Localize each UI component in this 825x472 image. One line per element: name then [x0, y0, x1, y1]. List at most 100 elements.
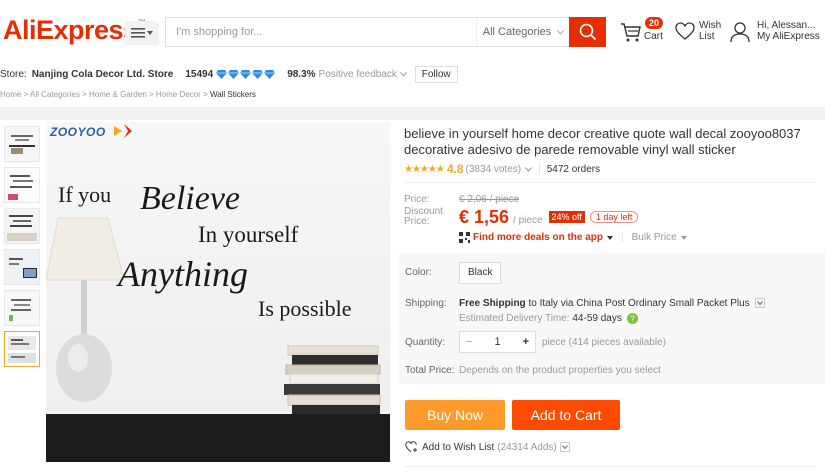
diamond-icon	[216, 69, 228, 79]
wish-label-line1: Wish	[699, 20, 722, 31]
rating-separator: |	[538, 163, 541, 175]
chevron-down-icon[interactable]	[525, 166, 532, 172]
quote-line-5: Is possible	[258, 296, 352, 321]
thumbnail-image	[5, 168, 39, 202]
app-deals-link[interactable]: Find more deals on the app	[473, 232, 603, 243]
cart-count-badge: 20	[645, 17, 664, 29]
app-deals-row: Find more deals on the app | Bulk Price	[459, 232, 687, 243]
color-option-black[interactable]: Black	[459, 262, 502, 284]
thumbnail-image	[5, 291, 39, 325]
breadcrumb-current[interactable]: Wall Stickers	[210, 90, 256, 99]
shipping-method: to Italy via China Post Ordinary Small P…	[528, 298, 750, 309]
rating-row: ★★★★★ 4.8 (3834 votes) | 5472 orders	[404, 162, 600, 176]
delivery-value: 44-59 days	[572, 313, 622, 325]
discount-price: € 1,56 / piece 24% off 1 day left	[459, 207, 639, 228]
caret-down-icon	[680, 235, 687, 240]
store-name-link[interactable]: Nanjing Cola Decor Ltd. Store	[32, 69, 174, 80]
rating-score: 4.8	[446, 162, 464, 176]
buy-now-button[interactable]: Buy Now	[405, 400, 505, 430]
aliexpress-logo[interactable]: AliExpress™	[3, 15, 146, 46]
breadcrumb-home-garden[interactable]: Home & Garden	[89, 90, 147, 99]
add-to-wishlist-link[interactable]: Add to Wish List (24314 Adds)	[405, 441, 570, 453]
breadcrumb-home-decor[interactable]: Home Decor	[156, 90, 201, 99]
feedback-label: Positive feedback	[318, 68, 397, 80]
category-select[interactable]: All Categories	[476, 18, 570, 46]
orders-count: 5472 orders	[546, 163, 601, 175]
wish-label-line2: List	[699, 31, 715, 42]
search-input[interactable]	[166, 18, 471, 46]
time-left-badge: 1 day left	[589, 211, 639, 223]
user-icon	[730, 22, 750, 43]
wish-list-link[interactable]: Wish List	[675, 17, 735, 47]
category-menu-button[interactable]	[125, 21, 159, 45]
delivery-label: Estimated Delivery Time:	[459, 313, 570, 325]
chevron-down-icon	[757, 301, 764, 306]
quantity-stepper: − 1 +	[459, 331, 536, 353]
heart-icon	[675, 22, 695, 40]
caret-down-icon	[607, 235, 614, 240]
quantity-increase-button[interactable]: +	[523, 336, 529, 348]
add-to-cart-button[interactable]: Add to Cart	[512, 400, 620, 430]
qr-code-icon	[459, 232, 470, 243]
shipping-info: Free Shipping to Italy via China Post Or…	[459, 298, 766, 309]
diamond-icon	[228, 69, 240, 79]
thumbnail-selected[interactable]	[4, 331, 40, 367]
shelf	[46, 414, 390, 462]
thumbnail-image	[5, 250, 39, 284]
quantity-availability: piece (414 pieces available)	[542, 337, 666, 348]
discount-price-value: € 1,56	[459, 207, 510, 227]
breadcrumb-separator: >	[146, 90, 156, 99]
breadcrumb-separator: >	[79, 90, 89, 99]
thumbnail[interactable]	[4, 290, 40, 326]
heart-plus-icon	[405, 441, 417, 453]
feedback-percent: 98.3%	[287, 68, 316, 80]
search-button[interactable]	[569, 17, 606, 47]
account-greeting: Hi, Alessan...	[757, 20, 816, 31]
thumbnail-image	[5, 127, 39, 161]
caret-down-icon	[147, 31, 153, 35]
thumbnail-image	[5, 209, 39, 243]
quote-line-3: In yourself	[198, 222, 299, 247]
store-rank-diamonds	[216, 69, 276, 79]
thumbnail-list	[4, 126, 42, 372]
brand-mark-icon	[114, 124, 132, 138]
feedback-dropdown[interactable]: Positive feedback	[319, 69, 407, 80]
divider	[404, 182, 816, 183]
diamond-icon	[252, 69, 264, 79]
shipping-label: Shipping:	[405, 298, 447, 309]
thumbnail-image	[5, 332, 39, 366]
bulk-price-link[interactable]: Bulk Price	[632, 232, 677, 243]
quote-line-2: Believe	[140, 180, 241, 217]
product-main-image[interactable]: ZOOYOO If you Believe In yourself Anythi…	[46, 122, 390, 462]
discount-label-line2: Price:	[404, 216, 430, 227]
store-label: Store:	[0, 68, 27, 80]
chevron-down-icon	[557, 29, 565, 35]
total-price-label: Total Price:	[405, 365, 455, 376]
my-aliexpress-link: My AliExpress	[757, 31, 820, 42]
breadcrumb-home[interactable]: Home	[0, 90, 21, 99]
thumbnail[interactable]	[4, 208, 40, 244]
discount-price-label: Discount Price:	[404, 207, 443, 227]
wishlist-dropdown[interactable]	[559, 442, 570, 452]
brand-logo: ZOOYOO	[50, 125, 106, 139]
thumbnail[interactable]	[4, 167, 40, 203]
price-label: Price:	[404, 194, 430, 205]
quantity-decrease-button[interactable]: −	[466, 336, 472, 348]
quote-line-1: If you	[58, 182, 112, 207]
search-icon	[579, 23, 596, 41]
breadcrumb-all-categories[interactable]: All Categories	[30, 90, 80, 99]
quantity-input[interactable]: 1	[494, 336, 500, 348]
shipping-dropdown[interactable]	[755, 298, 766, 309]
breadcrumb: Home > All Categories > Home & Garden > …	[0, 90, 825, 106]
follow-button[interactable]: Follow	[414, 65, 458, 83]
rating-votes[interactable]: (3834 votes)	[466, 164, 522, 175]
thumbnail[interactable]	[4, 249, 40, 285]
quantity-label: Quantity:	[405, 337, 446, 348]
thumbnail[interactable]	[4, 126, 40, 162]
breadcrumb-separator: >	[21, 90, 31, 99]
help-icon[interactable]: ?	[626, 313, 638, 324]
rating-stars: ★★★★★	[404, 163, 445, 175]
search-bar: All Categories	[165, 17, 606, 47]
quote-line-4: Anything	[118, 254, 248, 294]
account-link[interactable]: Hi, Alessan... My AliExpress	[730, 17, 825, 47]
